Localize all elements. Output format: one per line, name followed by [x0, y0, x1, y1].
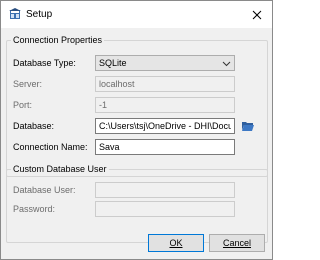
database-type-select[interactable]: SQLite: [95, 55, 235, 71]
port-input[interactable]: [95, 97, 235, 113]
ok-button[interactable]: OK: [148, 234, 204, 252]
dialog-body: Connection Properties Database Type: SQL…: [1, 28, 272, 259]
password-label: Password:: [13, 204, 56, 214]
database-path-input[interactable]: [95, 118, 235, 134]
server-input[interactable]: [95, 76, 235, 92]
database-label: Database:: [13, 121, 55, 131]
close-icon: [252, 10, 262, 19]
browse-database-button[interactable]: [241, 119, 255, 133]
setup-dialog: Setup Connection Properties Database Typ…: [0, 0, 273, 260]
database-type-label: Database Type:: [13, 58, 76, 68]
password-input[interactable]: [95, 201, 235, 217]
ok-button-label: OK: [169, 238, 183, 248]
connection-properties-legend: Connection Properties: [11, 35, 105, 46]
server-label: Server:: [13, 79, 43, 89]
cancel-button-label: Cancel: [222, 238, 251, 248]
connection-name-label: Connection Name:: [13, 142, 88, 152]
chevron-down-icon: [222, 61, 231, 67]
window-title: Setup: [26, 9, 53, 20]
database-user-input[interactable]: [95, 182, 235, 198]
connection-name-input[interactable]: [95, 139, 235, 155]
title-bar: Setup: [1, 1, 272, 28]
database-user-label: Database User:: [13, 185, 76, 195]
close-button[interactable]: [242, 1, 272, 28]
database-type-value: SQLite: [99, 58, 127, 68]
cancel-button[interactable]: Cancel: [209, 234, 265, 252]
port-label: Port:: [13, 100, 33, 110]
custom-database-user-legend: Custom Database User: [11, 164, 109, 175]
folder-open-icon: [242, 122, 254, 131]
database-app-icon: [9, 8, 21, 20]
